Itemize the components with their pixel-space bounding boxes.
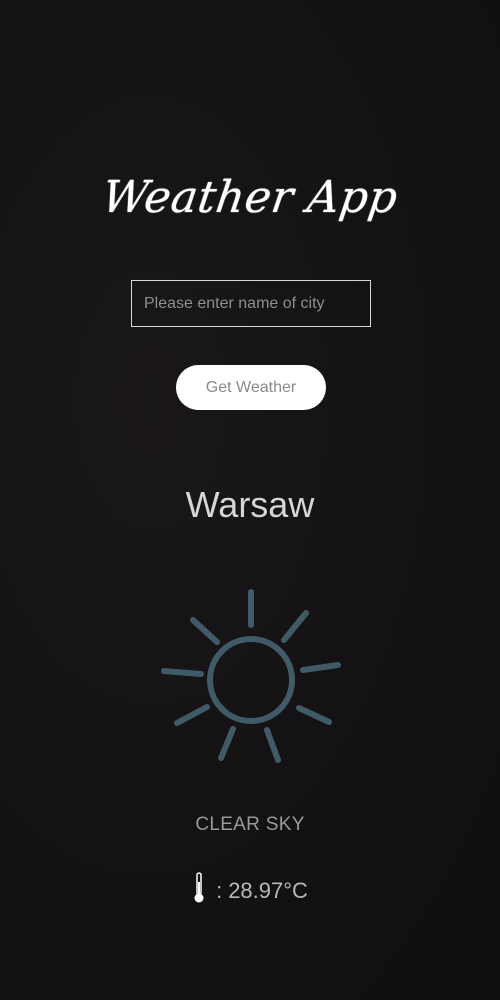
sun-icon	[158, 585, 344, 771]
temperature-row: : 28.97°C	[0, 872, 500, 910]
city-name: Warsaw	[185, 484, 315, 525]
thermometer-icon	[192, 872, 206, 910]
temperature-prefix: :	[216, 878, 223, 903]
weather-app: Weather App Get Weather Warsaw CLEAR SKY	[0, 0, 500, 1000]
city-search-input[interactable]	[131, 280, 371, 327]
app-title: Weather App	[99, 172, 401, 223]
weather-condition: CLEAR SKY	[195, 814, 305, 835]
get-weather-button[interactable]: Get Weather	[176, 365, 326, 410]
temperature-value: 28.97°C	[228, 878, 308, 903]
